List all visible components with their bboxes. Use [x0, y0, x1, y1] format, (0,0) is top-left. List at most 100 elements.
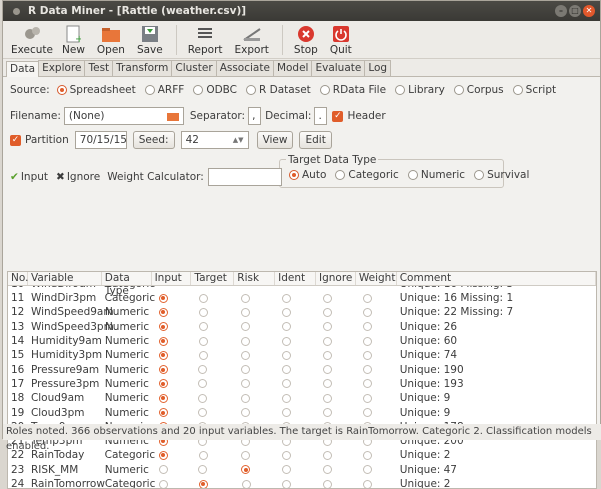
target-role-radio[interactable]: [198, 379, 208, 389]
weight-role-radio[interactable]: [362, 350, 372, 360]
tab-test[interactable]: Test: [84, 60, 114, 76]
ident-role-radio[interactable]: [282, 365, 292, 375]
ignore-role-radio[interactable]: [323, 322, 333, 332]
target-role-radio[interactable]: [198, 350, 208, 360]
column-header[interactable]: Comment: [397, 272, 596, 285]
stop-button[interactable]: Stop: [289, 24, 323, 58]
table-row[interactable]: 16 Pressure9am Numeric Unique: 190: [8, 362, 596, 376]
ignore-role-radio[interactable]: [323, 293, 333, 303]
ident-role-radio[interactable]: [282, 450, 292, 460]
risk-role-radio[interactable]: [241, 350, 251, 360]
ignore-role-radio[interactable]: [323, 307, 333, 317]
source-spreadsheet-radio[interactable]: Spreadsheet: [56, 84, 136, 96]
separator-input[interactable]: ,: [248, 107, 262, 125]
target-auto-radio[interactable]: Auto: [289, 169, 326, 181]
weight-role-radio[interactable]: [362, 307, 372, 317]
risk-role-radio[interactable]: [241, 307, 251, 317]
input-role-radio[interactable]: [158, 322, 168, 332]
ident-role-radio[interactable]: [282, 293, 292, 303]
column-header[interactable]: Risk: [234, 272, 276, 285]
input-role-radio[interactable]: [158, 408, 168, 418]
source-library-radio[interactable]: Library: [395, 84, 445, 96]
input-role-radio[interactable]: [158, 450, 168, 460]
tab-log[interactable]: Log: [364, 60, 392, 76]
ident-role-radio[interactable]: [282, 350, 292, 360]
target-role-radio[interactable]: [198, 408, 208, 418]
target-role-radio[interactable]: [198, 307, 208, 317]
source-odbc-radio[interactable]: ODBC: [193, 84, 237, 96]
table-row[interactable]: 15 Humidity3pm Numeric Unique: 74: [8, 348, 596, 362]
source-rdatafile-radio[interactable]: RData File: [319, 84, 386, 96]
view-button[interactable]: View: [256, 131, 294, 149]
table-row[interactable]: 23 RISK_MM Numeric Unique: 47: [8, 463, 596, 477]
weight-role-radio[interactable]: [363, 479, 373, 488]
input-role-radio[interactable]: [158, 393, 168, 403]
table-row[interactable]: 14 Humidity9am Numeric Unique: 60: [8, 334, 596, 348]
table-row[interactable]: 22 RainToday Categoric Unique: 2: [8, 448, 596, 462]
weight-role-radio[interactable]: [362, 379, 372, 389]
weight-role-radio[interactable]: [362, 408, 372, 418]
weight-role-radio[interactable]: [362, 293, 372, 303]
seed-spinner[interactable]: 42 ▲▼: [180, 131, 249, 149]
tab-evaluate[interactable]: Evaluate: [311, 60, 366, 76]
risk-role-radio[interactable]: [241, 408, 251, 418]
export-button[interactable]: Export: [230, 24, 274, 58]
weight-role-radio[interactable]: [362, 450, 372, 460]
input-role-radio[interactable]: [158, 350, 168, 360]
risk-role-radio[interactable]: [241, 465, 251, 475]
tab-data[interactable]: Data: [6, 61, 40, 77]
tab-transform[interactable]: Transform: [112, 60, 173, 76]
close-icon[interactable]: ✕: [583, 5, 595, 17]
weight-role-radio[interactable]: [362, 322, 372, 332]
target-numeric-radio[interactable]: Numeric: [407, 169, 465, 181]
ignore-role-radio[interactable]: [323, 350, 333, 360]
decimal-input[interactable]: .: [314, 107, 328, 125]
column-header[interactable]: Weight: [356, 272, 397, 285]
ident-role-radio[interactable]: [282, 408, 292, 418]
column-header[interactable]: Variable: [28, 272, 102, 285]
input-role-radio[interactable]: [158, 465, 168, 475]
input-role-radio[interactable]: [158, 307, 168, 317]
input-role-radio[interactable]: [158, 379, 168, 389]
weight-role-radio[interactable]: [362, 465, 372, 475]
column-header[interactable]: Data Type: [102, 272, 152, 297]
ignore-role-radio[interactable]: [323, 336, 333, 346]
tab-model[interactable]: Model: [272, 60, 313, 76]
risk-role-radio[interactable]: [241, 322, 251, 332]
report-button[interactable]: Report: [183, 24, 228, 58]
column-header[interactable]: Input: [152, 272, 192, 285]
input-role-radio[interactable]: [158, 293, 168, 303]
window-menu-icon[interactable]: [13, 7, 20, 15]
target-role-radio[interactable]: [198, 336, 208, 346]
table-row[interactable]: 12 WindSpeed9am Numeric Unique: 22 Missing:…: [8, 305, 596, 319]
ignore-role-button[interactable]: ✖ Ignore: [56, 171, 100, 183]
ignore-role-radio[interactable]: [322, 408, 332, 418]
ident-role-radio[interactable]: [282, 322, 292, 332]
save-button[interactable]: Save: [132, 24, 168, 58]
edit-button[interactable]: Edit: [299, 131, 332, 149]
target-role-radio[interactable]: [198, 450, 208, 460]
header-checkbox[interactable]: ✓: [332, 110, 344, 122]
risk-role-radio[interactable]: [241, 379, 251, 389]
input-role-radio[interactable]: [158, 479, 168, 488]
maximize-icon[interactable]: □: [569, 5, 581, 17]
column-header[interactable]: Ident: [275, 272, 316, 285]
ignore-role-radio[interactable]: [323, 479, 333, 488]
weight-calculator-input[interactable]: [207, 168, 282, 186]
ignore-role-radio[interactable]: [322, 365, 332, 375]
partition-input[interactable]: 70/15/15: [74, 131, 127, 149]
risk-role-radio[interactable]: [241, 293, 251, 303]
risk-role-radio[interactable]: [241, 393, 251, 403]
ignore-role-radio[interactable]: [322, 393, 332, 403]
target-role-radio[interactable]: [198, 293, 208, 303]
seed-button[interactable]: Seed:: [132, 131, 175, 149]
ident-role-radio[interactable]: [282, 307, 292, 317]
target-role-radio[interactable]: [198, 365, 208, 375]
ident-role-radio[interactable]: [282, 479, 292, 488]
source-script-radio[interactable]: Script: [512, 84, 556, 96]
risk-role-radio[interactable]: [241, 365, 251, 375]
ident-role-radio[interactable]: [282, 336, 292, 346]
tab-cluster[interactable]: Cluster: [171, 60, 217, 76]
source-arff-radio[interactable]: ARFF: [144, 84, 184, 96]
tab-associate[interactable]: Associate: [215, 60, 274, 76]
